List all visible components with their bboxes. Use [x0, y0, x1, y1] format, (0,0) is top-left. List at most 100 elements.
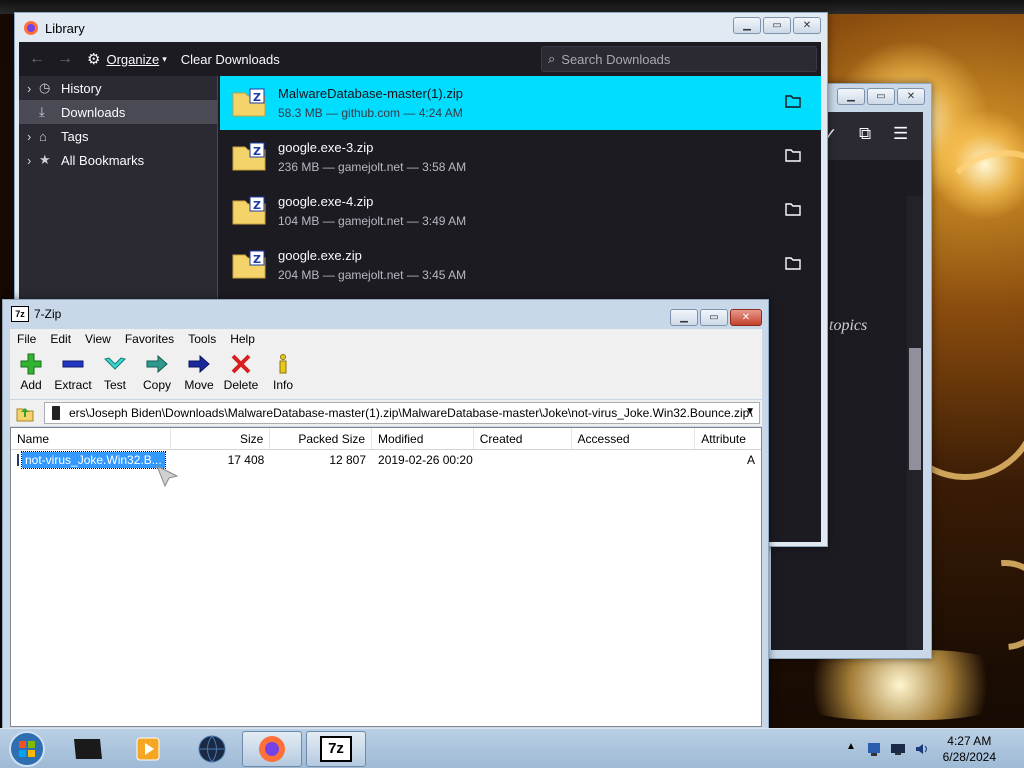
- path-text: ers\Joseph Biden\Downloads\MalwareDataba…: [69, 406, 753, 420]
- download-item[interactable]: Z google.exe-4.zip 104 MB — gamejolt.net…: [220, 184, 821, 238]
- browser-window-buttons: ▁ ▭ ✕: [837, 88, 925, 105]
- terminal-icon: [74, 739, 102, 759]
- column-modified[interactable]: Modified: [372, 428, 474, 449]
- menu-favorites[interactable]: Favorites: [118, 332, 181, 346]
- 7zip-title: 7-Zip: [34, 307, 62, 321]
- media-player-icon: [136, 737, 160, 761]
- move-button[interactable]: Move: [178, 349, 220, 399]
- taskbar-clock[interactable]: 4:27 AM 6/28/2024: [943, 733, 996, 765]
- info-button[interactable]: Info: [262, 349, 304, 399]
- clear-downloads-button[interactable]: Clear Downloads: [181, 52, 280, 67]
- sidebar-item-tags[interactable]: › ⌂ Tags: [19, 124, 217, 148]
- column-accessed[interactable]: Accessed: [572, 428, 696, 449]
- taskbar-globe[interactable]: [182, 731, 242, 767]
- taskbar-terminal[interactable]: [58, 731, 118, 767]
- clock-time: 4:27 AM: [947, 734, 992, 748]
- menu-view[interactable]: View: [78, 332, 118, 346]
- extract-button[interactable]: Extract: [52, 349, 94, 399]
- 7zip-address-bar: ers\Joseph Biden\Downloads\MalwareDataba…: [10, 400, 762, 426]
- organize-button[interactable]: Organize: [106, 52, 159, 67]
- folder-icon[interactable]: [785, 256, 801, 270]
- path-input[interactable]: ers\Joseph Biden\Downloads\MalwareDataba…: [44, 402, 760, 424]
- taskbar: 7z ▲ 4:27 AM 6/28/2024: [0, 728, 1024, 768]
- extensions-icon[interactable]: ⧉: [859, 124, 871, 144]
- sidebar-item-history[interactable]: › ◷ History: [19, 76, 217, 100]
- back-arrow-icon[interactable]: ←: [29, 50, 45, 68]
- folder-icon[interactable]: [785, 202, 801, 216]
- table-row[interactable]: not-virus_Joke.Win32.B... 17 408 12 807 …: [11, 450, 761, 470]
- svg-text:Z: Z: [253, 253, 261, 266]
- menu-icon[interactable]: ☰: [893, 124, 908, 144]
- close-button[interactable]: ✕: [897, 88, 925, 105]
- menu-edit[interactable]: Edit: [43, 332, 78, 346]
- download-item[interactable]: Z google.exe.zip 204 MB — gamejolt.net —…: [220, 238, 821, 292]
- maximize-button[interactable]: ▭: [867, 88, 895, 105]
- browser-scrollbar-thumb[interactable]: [909, 348, 921, 470]
- clock-icon: ◷: [39, 80, 51, 95]
- downloads-list: Z MalwareDatabase-master(1).zip 58.3 MB …: [220, 76, 821, 292]
- maximize-button[interactable]: ▭: [700, 309, 728, 326]
- search-icon: ⌕: [548, 51, 556, 66]
- list-header: Name Size Packed Size Modified Created A…: [11, 428, 761, 450]
- tool-label: Delete: [223, 378, 259, 392]
- forward-arrow-icon[interactable]: →: [57, 50, 73, 68]
- column-created[interactable]: Created: [474, 428, 572, 449]
- tool-label: Move: [184, 378, 214, 392]
- browser-scrollbar[interactable]: [907, 196, 923, 650]
- 7zip-titlebar[interactable]: 7z 7-Zip: [3, 300, 768, 328]
- add-button[interactable]: Add: [10, 349, 52, 399]
- column-attribute[interactable]: Attribute: [695, 428, 761, 449]
- close-button[interactable]: ✕: [730, 309, 762, 326]
- zip-file-icon: Z: [232, 142, 266, 171]
- library-titlebar[interactable]: Library: [15, 13, 827, 43]
- maximize-button[interactable]: ▭: [763, 17, 791, 34]
- menu-tools[interactable]: Tools: [181, 332, 223, 346]
- sidebar-item-label: All Bookmarks: [61, 152, 145, 168]
- cell-accessed: [572, 450, 696, 470]
- 7zip-app-icon: 7z: [11, 306, 29, 322]
- close-button[interactable]: ✕: [793, 17, 821, 34]
- folder-icon[interactable]: [785, 148, 801, 162]
- minimize-button[interactable]: ▁: [733, 17, 761, 34]
- globe-icon: [198, 735, 226, 763]
- start-button[interactable]: [0, 731, 54, 767]
- 7zip-window-buttons: ▁ ▭ ✕: [670, 309, 762, 326]
- folder-icon[interactable]: [785, 94, 801, 108]
- column-name[interactable]: Name: [11, 428, 171, 449]
- column-size[interactable]: Size: [171, 428, 271, 449]
- chevron-down-icon[interactable]: ▼: [745, 406, 755, 417]
- download-icon: ⤓: [39, 104, 45, 119]
- menu-file[interactable]: File: [10, 332, 43, 346]
- copy-arrow-icon: [145, 353, 169, 375]
- svg-text:Z: Z: [253, 199, 261, 212]
- library-title: Library: [45, 20, 85, 36]
- download-filename: google.exe-4.zip: [278, 194, 374, 209]
- up-folder-icon[interactable]: [16, 404, 34, 422]
- search-field[interactable]: ⌕ Search Downloads: [541, 46, 817, 72]
- taskbar-firefox[interactable]: [242, 731, 302, 767]
- minus-icon: [61, 353, 85, 375]
- menu-help[interactable]: Help: [223, 332, 262, 346]
- download-item[interactable]: Z google.exe-3.zip 236 MB — gamejolt.net…: [220, 130, 821, 184]
- delete-x-icon: [229, 353, 253, 375]
- monitor-icon[interactable]: [890, 741, 906, 757]
- download-meta: 58.3 MB — github.com — 4:24 AM: [278, 106, 463, 120]
- chevron-up-icon[interactable]: ▲: [846, 741, 856, 752]
- volume-icon[interactable]: [914, 741, 930, 757]
- minimize-button[interactable]: ▁: [670, 309, 698, 326]
- delete-button[interactable]: Delete: [220, 349, 262, 399]
- search-placeholder: Search Downloads: [561, 51, 671, 67]
- taskbar-7zip[interactable]: 7z: [306, 731, 366, 767]
- move-arrow-icon: [187, 353, 211, 375]
- sidebar-item-downloads[interactable]: ⤓ Downloads: [19, 100, 217, 124]
- taskbar-media-player[interactable]: [118, 731, 178, 767]
- network-icon[interactable]: [866, 741, 882, 757]
- test-button[interactable]: Test: [94, 349, 136, 399]
- copy-button[interactable]: Copy: [136, 349, 178, 399]
- minimize-button[interactable]: ▁: [837, 88, 865, 105]
- column-packed-size[interactable]: Packed Size: [270, 428, 373, 449]
- firefox-icon: [259, 736, 285, 762]
- download-item[interactable]: Z MalwareDatabase-master(1).zip 58.3 MB …: [220, 76, 821, 130]
- tool-label: Test: [103, 378, 126, 392]
- sidebar-item-all-bookmarks[interactable]: › ★ All Bookmarks: [19, 148, 217, 172]
